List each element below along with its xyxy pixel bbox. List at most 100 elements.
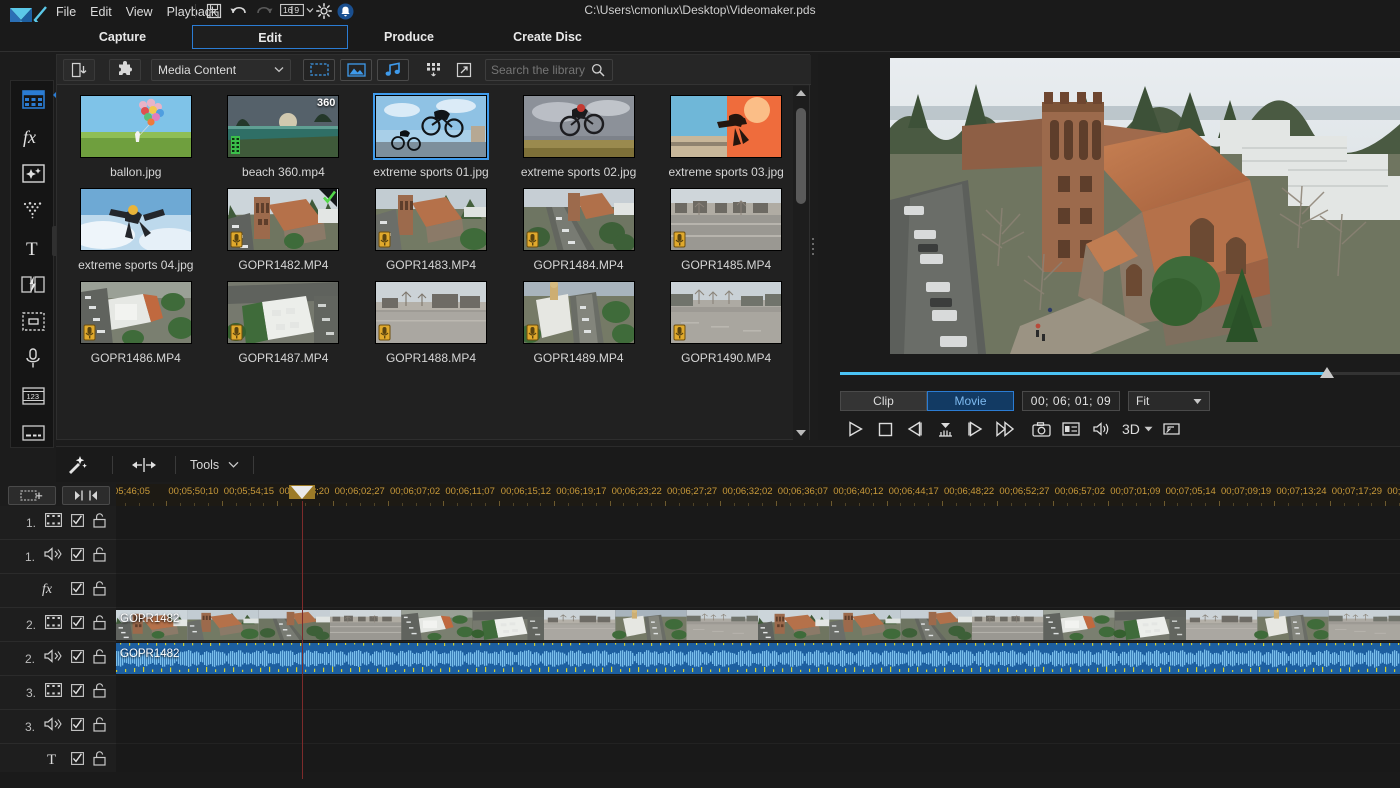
track-lock-button[interactable] — [93, 648, 106, 669]
media-thumbnail[interactable]: 360 — [227, 95, 340, 158]
snapshot-camera-icon[interactable] — [1026, 417, 1056, 441]
previous-frame-icon[interactable] — [900, 417, 930, 441]
track-header-video[interactable]: 2. — [0, 608, 116, 642]
media-item[interactable]: GOPR1483.MP4 — [362, 188, 500, 272]
timeline-track-lane[interactable] — [116, 506, 1400, 540]
track-enable-checkbox[interactable] — [71, 649, 84, 668]
sidebar-item-particle-room[interactable] — [11, 192, 55, 229]
panel-resize-grip[interactable] — [812, 238, 816, 258]
timeline-track-lane[interactable] — [116, 710, 1400, 744]
media-thumbnail[interactable] — [670, 188, 783, 251]
grid-view-icon[interactable] — [421, 59, 447, 81]
timeline-track-lane[interactable] — [116, 676, 1400, 710]
library-scroll-thumb[interactable] — [796, 108, 806, 204]
media-thumbnail[interactable] — [670, 281, 783, 344]
timeline-track-lane[interactable] — [116, 574, 1400, 608]
track-manager-icon[interactable] — [8, 486, 56, 505]
magic-movie-wizard-icon[interactable] — [56, 455, 98, 474]
timeline-tracks-area[interactable]: GOPR1482 GOPR1482 — [116, 506, 1400, 779]
sidebar-item-chapter-room[interactable]: 123 — [11, 377, 55, 414]
track-enable-checkbox[interactable] — [71, 717, 84, 736]
media-item[interactable]: GOPR1490.MP4 — [657, 281, 795, 365]
movie-mode-button[interactable]: Movie — [927, 391, 1014, 411]
track-lock-button[interactable] — [93, 580, 106, 601]
media-content-dropdown[interactable]: Media Content — [151, 58, 291, 81]
track-header-audio[interactable]: 3. — [0, 710, 116, 744]
audio-filter-icon[interactable] — [377, 58, 409, 81]
tab-create-disc[interactable]: Create Disc — [480, 25, 615, 49]
media-item[interactable]: GOPR1484.MP4 — [510, 188, 648, 272]
track-enable-checkbox[interactable] — [71, 683, 84, 702]
media-thumbnail[interactable] — [227, 188, 340, 251]
zoom-fit-dropdown[interactable]: Fit — [1128, 391, 1210, 411]
media-item[interactable]: extreme sports 02.jpg — [510, 95, 648, 179]
aspect-ratio-icon[interactable]: 16 9 — [280, 3, 314, 17]
menu-edit[interactable]: Edit — [90, 5, 112, 19]
media-thumbnail[interactable] — [670, 95, 783, 158]
step-marker-icon[interactable] — [930, 417, 960, 441]
media-item[interactable]: GOPR1482.MP4 — [215, 188, 353, 272]
timecode-field[interactable]: 00; 06; 01; 09 — [1022, 391, 1120, 411]
track-lock-button[interactable] — [93, 546, 106, 567]
media-thumbnail[interactable] — [227, 281, 340, 344]
track-lock-button[interactable] — [93, 512, 106, 533]
track-enable-checkbox[interactable] — [71, 547, 84, 566]
track-header-video[interactable]: 1. — [0, 506, 116, 540]
sidebar-item-media-room[interactable] — [11, 81, 55, 118]
library-scrollbar[interactable] — [793, 86, 809, 440]
timeline-video-clip[interactable]: GOPR1482 — [116, 610, 1400, 640]
preview-scrub-bar[interactable] — [840, 364, 1400, 384]
next-frame-icon[interactable] — [960, 417, 990, 441]
track-header-fx[interactable]: fx — [0, 574, 116, 608]
tab-capture[interactable]: Capture — [56, 25, 189, 49]
scroll-up-icon[interactable] — [796, 90, 806, 96]
media-item[interactable]: extreme sports 04.jpg — [67, 188, 205, 272]
tab-produce[interactable]: Produce — [350, 25, 468, 49]
search-input[interactable] — [491, 62, 591, 77]
menu-view[interactable]: View — [126, 5, 153, 19]
stop-icon[interactable] — [870, 417, 900, 441]
sidebar-item-title-room[interactable]: T — [11, 229, 55, 266]
image-filter-icon[interactable] — [340, 58, 372, 81]
track-header-audio[interactable]: 2. — [0, 642, 116, 676]
3d-mode-button[interactable]: 3D — [1122, 421, 1153, 437]
search-input-wrapper[interactable] — [485, 58, 613, 81]
expand-view-icon[interactable] — [451, 59, 477, 81]
media-thumbnail[interactable] — [79, 281, 192, 344]
media-thumbnail[interactable] — [522, 188, 635, 251]
clip-mode-button[interactable]: Clip — [840, 391, 927, 411]
split-clip-icon[interactable] — [127, 457, 161, 473]
fast-forward-icon[interactable] — [990, 417, 1020, 441]
track-lock-button[interactable] — [93, 682, 106, 703]
timeline-audio-clip[interactable]: GOPR1482 — [116, 643, 1400, 674]
track-header-video[interactable]: 3. — [0, 676, 116, 710]
volume-icon[interactable] — [1086, 417, 1116, 441]
preview-video[interactable] — [890, 58, 1400, 354]
media-thumbnail[interactable] — [372, 93, 489, 160]
track-header-audio[interactable]: 1. — [0, 540, 116, 574]
snap-markers-icon[interactable] — [62, 486, 110, 505]
sidebar-item-subtitle-room[interactable] — [11, 414, 55, 451]
media-thumbnail[interactable] — [79, 95, 192, 158]
sidebar-item-pip-objects-room[interactable] — [11, 155, 55, 192]
free-view-icon[interactable] — [1157, 417, 1187, 441]
track-lock-button[interactable] — [93, 716, 106, 737]
tab-edit[interactable]: Edit — [192, 25, 348, 49]
media-thumbnail[interactable] — [374, 188, 487, 251]
scroll-down-icon[interactable] — [796, 430, 806, 436]
track-enable-checkbox[interactable] — [71, 751, 84, 770]
sidebar-item-effect-room[interactable]: fx — [11, 118, 55, 155]
media-item[interactable]: GOPR1487.MP4 — [215, 281, 353, 365]
media-item[interactable]: ballon.jpg — [67, 95, 205, 179]
media-item[interactable]: extreme sports 03.jpg — [657, 95, 795, 179]
save-icon[interactable] — [206, 3, 222, 24]
track-enable-checkbox[interactable] — [71, 513, 84, 532]
redo-icon[interactable] — [255, 3, 273, 24]
media-thumbnail[interactable] — [374, 281, 487, 344]
media-thumbnail[interactable] — [522, 95, 635, 158]
scrub-marker[interactable] — [1320, 367, 1335, 378]
sidebar-item-transition-room[interactable] — [11, 266, 55, 303]
track-lock-button[interactable] — [93, 614, 106, 635]
sidebar-item-pip-designer-room[interactable] — [11, 303, 55, 340]
preview-list-icon[interactable] — [1056, 417, 1086, 441]
